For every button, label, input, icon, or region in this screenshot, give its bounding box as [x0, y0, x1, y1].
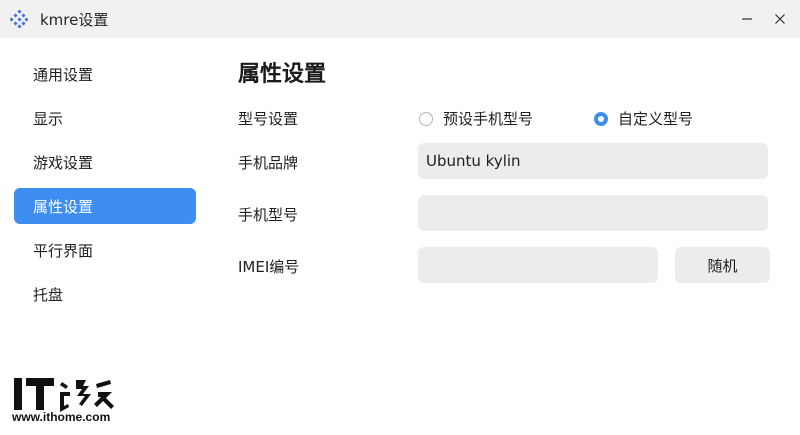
- close-button[interactable]: [768, 7, 792, 31]
- model-input[interactable]: [418, 195, 768, 231]
- app-logo-icon: [10, 10, 28, 28]
- sidebar-item-properties[interactable]: 属性设置: [14, 188, 196, 224]
- imei-input[interactable]: [418, 247, 658, 283]
- sidebar-item-game[interactable]: 游戏设置: [14, 144, 196, 180]
- preset-model-radio[interactable]: 预设手机型号: [419, 109, 533, 129]
- sidebar-item-label: 显示: [33, 109, 64, 128]
- sidebar-item-general[interactable]: 通用设置: [14, 56, 196, 92]
- radio-unchecked-icon: [419, 112, 433, 126]
- sidebar-item-label: 通用设置: [33, 65, 94, 84]
- brand-value: Ubuntu kylin: [426, 152, 521, 170]
- model-setting-label: 型号设置: [238, 110, 299, 128]
- close-icon: [775, 14, 785, 24]
- sidebar-item-display[interactable]: 显示: [14, 100, 196, 136]
- title-bar: kmre设置: [0, 0, 800, 38]
- brand-label: 手机品牌: [238, 154, 299, 172]
- custom-model-radio[interactable]: 自定义型号: [594, 109, 693, 129]
- sidebar-item-tray[interactable]: 托盘: [14, 276, 196, 312]
- sidebar-item-parallel[interactable]: 平行界面: [14, 232, 196, 268]
- radio-checked-icon: [594, 112, 608, 126]
- watermark-url: www.ithome.com: [12, 410, 111, 424]
- minimize-icon: [742, 18, 752, 20]
- minimize-button[interactable]: [735, 7, 759, 31]
- sidebar-nav: 通用设置 显示 游戏设置 属性设置 平行界面 托盘: [14, 56, 196, 320]
- model-label: 手机型号: [238, 206, 299, 224]
- settings-window: kmre设置 通用设置 显示 游戏设置 属性设置 平行界面 托盘 属性设置 型号…: [0, 0, 800, 435]
- window-title: kmre设置: [40, 11, 109, 29]
- sidebar-item-label: 属性设置: [33, 197, 94, 216]
- sidebar-item-label: 平行界面: [33, 241, 94, 260]
- sidebar-item-label: 托盘: [33, 285, 64, 304]
- random-button[interactable]: 随机: [675, 247, 770, 283]
- imei-label: IMEI编号: [238, 258, 300, 276]
- page-title: 属性设置: [238, 62, 327, 87]
- radio-label: 预设手机型号: [443, 110, 534, 128]
- radio-label: 自定义型号: [618, 110, 694, 128]
- brand-input[interactable]: Ubuntu kylin: [418, 143, 768, 179]
- sidebar-item-label: 游戏设置: [33, 153, 94, 172]
